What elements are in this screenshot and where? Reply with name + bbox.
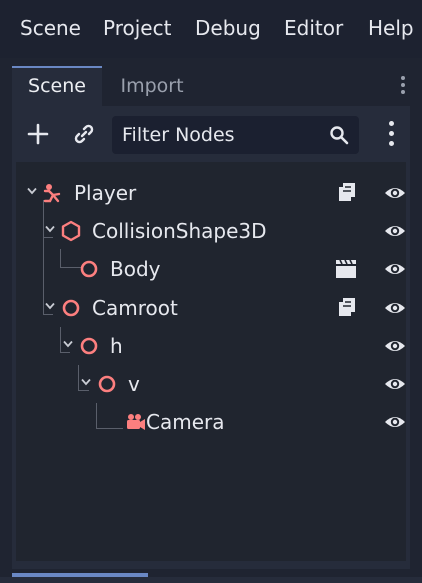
chevron-down-icon[interactable] — [45, 302, 55, 310]
script-icon[interactable] — [337, 181, 357, 203]
tree-row-h[interactable]: h — [16, 327, 406, 365]
menu-project[interactable]: Project — [103, 16, 171, 40]
visibility-eye-icon[interactable] — [384, 258, 406, 280]
menu-scene[interactable]: Scene — [20, 16, 81, 40]
tree-row-collisionshape3d[interactable]: CollisionShape3D — [16, 212, 406, 250]
add-node-button[interactable] — [24, 120, 52, 148]
chevron-down-icon[interactable] — [27, 187, 37, 195]
search-icon — [330, 126, 349, 145]
node3d-icon — [62, 299, 80, 317]
visibility-eye-icon[interactable] — [384, 335, 406, 357]
chevron-down-icon[interactable] — [63, 340, 73, 348]
clapperboard-icon[interactable] — [334, 258, 358, 280]
node-name: Body — [110, 257, 161, 281]
script-icon[interactable] — [337, 296, 357, 318]
visibility-eye-icon[interactable] — [384, 297, 406, 319]
tab-import[interactable]: Import — [106, 66, 198, 106]
node3d-icon — [80, 337, 98, 355]
tree-row-player[interactable]: Player — [16, 174, 406, 212]
scene-dock: Scene Import Filter Nodes Player Collisi… — [12, 66, 410, 569]
dock-options-icon[interactable] — [398, 74, 408, 98]
instance-scene-button[interactable] — [70, 120, 98, 148]
menu-help[interactable]: Help — [368, 16, 414, 40]
menu-editor[interactable]: Editor — [284, 16, 343, 40]
tab-scene[interactable]: Scene — [12, 66, 102, 106]
bottom-dock-bar — [0, 577, 422, 583]
node-name: CollisionShape3D — [92, 219, 267, 243]
visibility-eye-icon[interactable] — [384, 373, 406, 395]
plus-icon — [27, 123, 49, 145]
menu-debug[interactable]: Debug — [195, 16, 261, 40]
scene-tree: Player CollisionShape3D Body Camroot h v… — [16, 162, 406, 561]
scene-toolbar — [12, 106, 410, 162]
tree-row-v[interactable]: v — [16, 365, 406, 403]
tree-row-camroot[interactable]: Camroot — [16, 289, 406, 327]
tree-row-camera[interactable]: Camera — [16, 403, 406, 441]
scene-options-icon[interactable] — [386, 120, 396, 148]
bottom-dock-tab-indicator[interactable] — [12, 573, 148, 577]
node-name: Camera — [146, 410, 225, 434]
node-name: v — [128, 372, 140, 396]
menu-bar: Scene Project Debug Editor Help — [0, 0, 422, 58]
visibility-eye-icon[interactable] — [384, 411, 406, 433]
character-node-icon — [43, 184, 61, 203]
camera-icon — [127, 414, 145, 430]
node3d-icon — [80, 260, 98, 278]
collision-shape-icon — [61, 220, 81, 242]
node-name: Player — [74, 181, 137, 205]
visibility-eye-icon[interactable] — [384, 182, 406, 204]
node-name: Camroot — [92, 296, 178, 320]
tree-row-body[interactable]: Body — [16, 250, 406, 288]
filter-nodes-field — [112, 116, 359, 154]
link-icon — [74, 124, 94, 144]
chevron-down-icon[interactable] — [81, 378, 91, 386]
chevron-down-icon[interactable] — [45, 225, 55, 233]
filter-nodes-input[interactable] — [112, 116, 322, 154]
node-name: h — [110, 334, 123, 358]
dock-tab-bar: Scene Import — [12, 66, 410, 106]
visibility-eye-icon[interactable] — [384, 220, 406, 242]
node3d-icon — [98, 375, 116, 393]
